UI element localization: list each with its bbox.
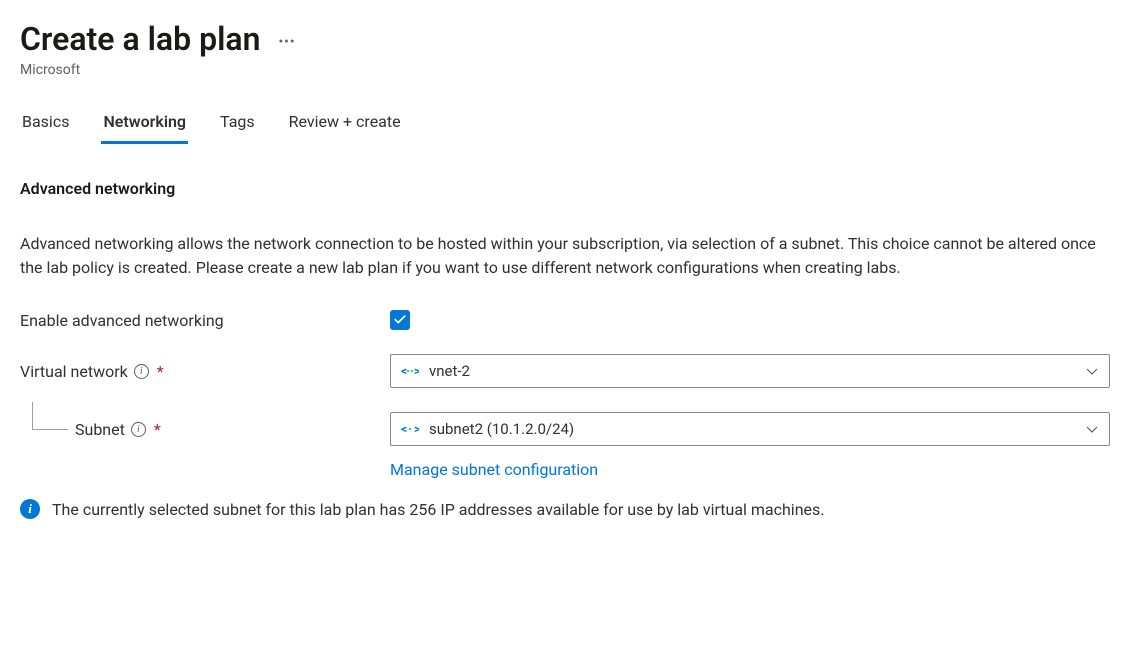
row-enable-advanced-networking: Enable advanced networking	[20, 310, 1124, 330]
svg-text:<: <	[401, 364, 407, 378]
select-content: < > vnet-2	[401, 362, 470, 380]
manage-subnet-row: Manage subnet configuration	[20, 452, 1124, 479]
virtual-network-label: Virtual network i *	[20, 362, 390, 381]
select-content: < > subnet2 (10.1.2.0/24)	[401, 420, 574, 438]
chevron-down-icon	[1085, 364, 1099, 378]
info-circle-icon: i	[20, 499, 40, 519]
section-description: Advanced networking allows the network c…	[20, 232, 1120, 280]
tree-connector	[32, 402, 68, 430]
section-title: Advanced networking	[20, 179, 1124, 198]
page-subtitle: Microsoft	[20, 62, 1124, 78]
tab-basics[interactable]: Basics	[20, 104, 71, 144]
info-icon[interactable]: i	[134, 364, 149, 379]
row-subnet: Subnet i * < > subnet2 (10.1.2.0/24)	[20, 412, 1124, 446]
subnet-icon: < >	[401, 422, 419, 436]
enable-advanced-networking-label: Enable advanced networking	[20, 311, 390, 330]
more-icon[interactable]: •••	[278, 28, 295, 50]
tab-review-create[interactable]: Review + create	[287, 104, 403, 144]
page-title: Create a lab plan	[20, 20, 260, 58]
tab-networking[interactable]: Networking	[101, 104, 188, 144]
manage-subnet-link[interactable]: Manage subnet configuration	[390, 460, 598, 479]
tab-tags[interactable]: Tags	[218, 104, 257, 144]
page-header: Create a lab plan ••• Microsoft	[20, 20, 1124, 78]
virtual-network-label-text: Virtual network	[20, 362, 128, 381]
required-indicator: *	[154, 420, 161, 439]
subnet-label-text: Subnet	[75, 420, 125, 439]
info-banner: i The currently selected subnet for this…	[20, 499, 1124, 519]
checkmark-icon	[393, 313, 407, 327]
required-indicator: *	[157, 362, 164, 381]
subnet-label: Subnet i *	[20, 420, 390, 439]
info-message: The currently selected subnet for this l…	[52, 500, 825, 519]
row-virtual-network: Virtual network i * < > vnet-2	[20, 354, 1124, 388]
tabs: Basics Networking Tags Review + create	[20, 104, 1124, 145]
subnet-value: subnet2 (10.1.2.0/24)	[429, 420, 574, 438]
vnet-icon: < >	[401, 364, 419, 378]
virtual-network-select[interactable]: < > vnet-2	[390, 354, 1110, 388]
subnet-select[interactable]: < > subnet2 (10.1.2.0/24)	[390, 412, 1110, 446]
virtual-network-value: vnet-2	[429, 362, 470, 380]
spacer	[20, 452, 390, 479]
svg-text:<: <	[401, 422, 407, 436]
enable-advanced-networking-checkbox[interactable]	[390, 310, 410, 330]
title-row: Create a lab plan •••	[20, 20, 1124, 58]
info-icon[interactable]: i	[131, 422, 146, 437]
svg-text:>: >	[414, 364, 419, 378]
svg-text:>: >	[414, 422, 419, 436]
chevron-down-icon	[1085, 422, 1099, 436]
